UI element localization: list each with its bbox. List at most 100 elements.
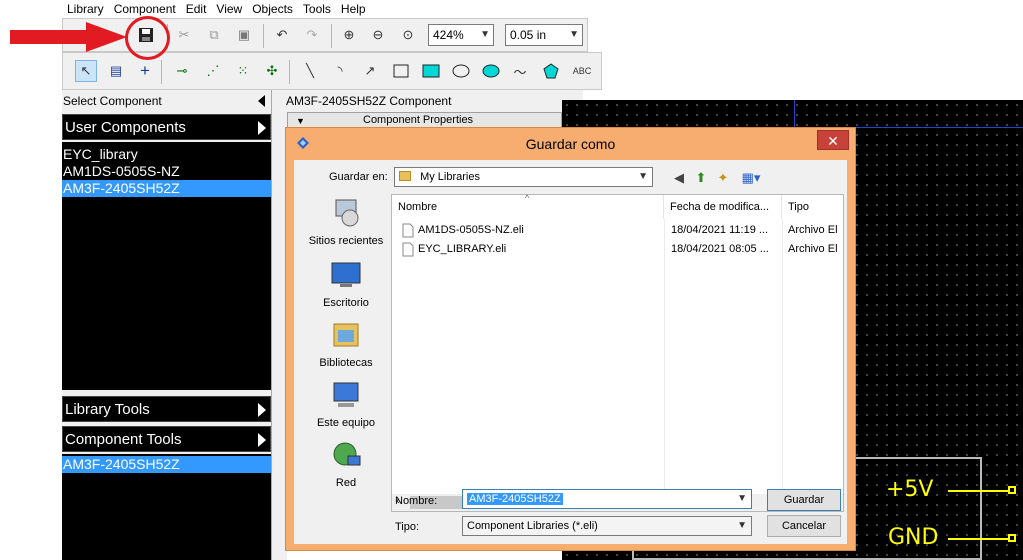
menu-objects[interactable]: Objects (247, 0, 298, 18)
column-divider (664, 219, 665, 493)
arrow-icon: ↗ (364, 63, 376, 78)
place-this-pc[interactable]: Este equipo (300, 380, 392, 429)
polygon-tool[interactable] (540, 60, 562, 82)
ellipse-icon (452, 64, 470, 78)
column-header-date[interactable]: Fecha de modifica... (664, 195, 782, 219)
back-button[interactable]: ◀ (668, 167, 690, 189)
sort-up-icon: ^ (525, 193, 530, 203)
component-tools-header[interactable]: Component Tools (62, 426, 271, 452)
list-item[interactable]: AM1DS-0505S-NZ (62, 163, 271, 180)
zoom-in-button[interactable]: ⊕ (338, 24, 360, 46)
recent-places-icon (335, 199, 359, 227)
polyline-icon: 〜 (513, 64, 527, 80)
menu-view[interactable]: View (211, 0, 247, 18)
ellipse-tool[interactable] (450, 60, 472, 82)
place-libraries[interactable]: Bibliotecas (300, 320, 392, 369)
pin-terminal[interactable] (1008, 486, 1016, 494)
zoom-fit-button[interactable]: ⊙ (397, 24, 419, 46)
column-header-type[interactable]: Tipo (782, 195, 844, 219)
cut-button[interactable]: ✂ (173, 24, 195, 46)
zoom-out-button[interactable]: ⊖ (367, 24, 389, 46)
list-item[interactable]: EYC_library (62, 146, 271, 163)
cancel-button[interactable]: Cancelar (767, 515, 841, 537)
up-folder-button[interactable]: ⬆ (690, 167, 712, 189)
separator (263, 24, 264, 48)
table-row[interactable]: EYC_LIBRARY.eli 18/04/2021 08:05 ... Arc… (392, 240, 842, 259)
copy-button[interactable]: ⧉ (203, 24, 225, 46)
chevron-down-icon: ▼ (480, 29, 490, 40)
menu-edit[interactable]: Edit (181, 0, 212, 18)
chevron-down-icon: ▼ (737, 520, 747, 531)
rectangle-icon (393, 64, 409, 78)
filetype-label: Tipo: (395, 521, 420, 533)
back-arrow-icon: ◀ (674, 170, 684, 185)
zoom-select[interactable]: 424% ▼ (428, 24, 494, 46)
rectangle-tool[interactable] (390, 60, 412, 82)
library-tools-header[interactable]: Library Tools (62, 396, 271, 422)
pin-icon: ⊸ (176, 63, 188, 78)
new-folder-button[interactable]: ✦ (712, 167, 734, 189)
select-component-label: Select Component (62, 90, 271, 112)
file-list: Nombre ^ Fecha de modifica... Tipo AM1DS… (391, 193, 844, 512)
copy-icon: ⧉ (209, 27, 219, 42)
arc-tool[interactable]: ◝ (329, 60, 351, 82)
collapse-left-icon[interactable] (258, 95, 265, 107)
pin-grid-tool[interactable]: ⁙ (232, 60, 254, 82)
arrow-tool[interactable]: ↗ (359, 60, 381, 82)
paste-button[interactable]: ▣ (233, 24, 255, 46)
network-globe-icon (333, 442, 361, 466)
arc-icon: ◝ (337, 63, 343, 78)
pin-array-tool[interactable]: ⋰ (202, 60, 224, 82)
zoom-value: 424% (433, 28, 464, 42)
editor-title: AM3F-2405SH52Z Component (283, 90, 583, 112)
polyline-tool[interactable]: 〜 (509, 60, 531, 82)
pin-cross-tool[interactable]: ✣ (261, 60, 283, 82)
folder-icon (399, 171, 411, 181)
component-properties-bar[interactable]: ▼ Component Properties (287, 112, 562, 128)
list-item-selected[interactable]: AM3F-2405SH52Z (62, 180, 271, 197)
grid-value: 0.05 in (510, 28, 547, 42)
pin-line (948, 538, 1008, 540)
list-item-selected[interactable]: AM3F-2405SH52Z (62, 456, 271, 473)
close-button[interactable]: ✕ (817, 130, 849, 150)
crosshair-icon: + (140, 61, 150, 80)
collapse-down-icon: ▼ (296, 116, 305, 126)
view-menu-button[interactable]: ▦▾ (737, 167, 765, 189)
menu-library[interactable]: Library (62, 0, 109, 18)
table-row[interactable]: AM1DS-0505S-NZ.eli 18/04/2021 11:19 ... … (392, 221, 842, 240)
dialog-titlebar[interactable]: Guardar como ✕ (286, 128, 855, 160)
text-frame-tool[interactable]: ▤ (105, 60, 127, 82)
line-tool[interactable]: ╲ (299, 60, 321, 82)
filled-ellipse-icon (482, 64, 500, 78)
undo-icon: ↶ (276, 27, 288, 42)
filled-rectangle-tool[interactable] (420, 60, 442, 82)
save-in-select[interactable]: My Libraries ▼ (394, 167, 653, 187)
user-components-header[interactable]: User Components (62, 114, 271, 140)
pin-label-gnd: GND (888, 525, 939, 550)
menu-help[interactable]: Help (336, 0, 371, 18)
red-circle-annotation (125, 16, 170, 60)
pin-terminal[interactable] (1008, 534, 1016, 542)
grid-select[interactable]: 0.05 in ▼ (505, 24, 583, 46)
grid-pins-icon: ⁙ (237, 63, 249, 78)
menu-tools[interactable]: Tools (298, 0, 336, 18)
origin-tool[interactable]: + (134, 60, 156, 82)
filled-ellipse-tool[interactable] (480, 60, 502, 82)
component-tools-list: AM3F-2405SH52Z (62, 454, 271, 560)
pin-tool[interactable]: ⊸ (171, 60, 193, 82)
redo-icon: ↷ (306, 27, 318, 42)
filename-input[interactable]: AM3F-2405SH52Z ▼ (462, 489, 752, 509)
place-recent[interactable]: Sitios recientes (300, 198, 392, 247)
undo-button[interactable]: ↶ (271, 24, 293, 46)
place-network[interactable]: Red (300, 440, 392, 489)
text-tool[interactable]: ABC (571, 60, 593, 82)
separator (289, 60, 290, 84)
redo-button[interactable]: ↷ (301, 24, 323, 46)
dialog-body: Guardar en: My Libraries ▼ ◀ ⬆ ✦ ▦▾ Sitio… (294, 160, 847, 544)
save-dialog-button[interactable]: Guardar (767, 489, 841, 511)
zoom-in-icon: ⊕ (343, 27, 355, 42)
pin-line (948, 490, 1008, 492)
select-tool[interactable]: ↖ (75, 60, 97, 82)
filetype-select[interactable]: Component Libraries (*.eli) ▼ (462, 516, 752, 536)
place-desktop[interactable]: Escritorio (300, 260, 392, 309)
